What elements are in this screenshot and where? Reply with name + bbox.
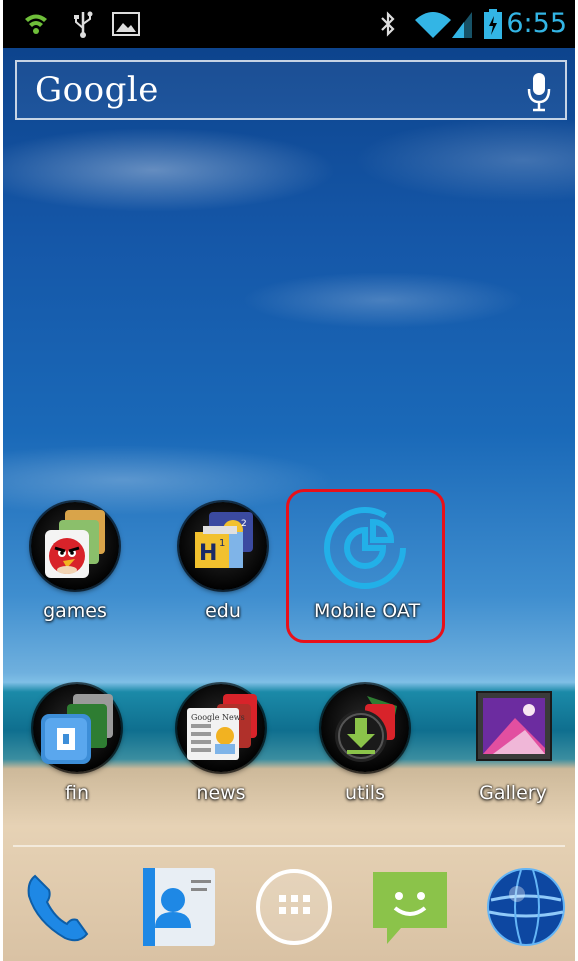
wifi-shield-icon: [21, 10, 51, 38]
wifi-icon: [413, 10, 453, 38]
news-folder-icon: Google News: [171, 678, 271, 778]
app-fin[interactable]: fin: [17, 678, 137, 804]
svg-text:2: 2: [241, 519, 247, 529]
app-games[interactable]: games: [15, 496, 135, 622]
gallery-icon: [463, 678, 563, 778]
bluetooth-icon: [377, 10, 399, 38]
svg-text:H: H: [199, 541, 217, 566]
google-logo: Google: [35, 70, 159, 110]
highlight-box: [286, 489, 445, 643]
app-drawer-icon[interactable]: [249, 862, 339, 952]
app-label: Gallery: [479, 782, 547, 804]
usb-icon: [69, 10, 97, 38]
dock-divider: [13, 845, 565, 847]
app-edu[interactable]: H 1 2 edu: [163, 496, 283, 622]
browser-icon[interactable]: [481, 862, 571, 952]
svg-text:Google News: Google News: [191, 713, 245, 722]
app-news[interactable]: Google News news: [161, 678, 281, 804]
app-label: news: [196, 782, 246, 804]
image-icon: [111, 10, 141, 38]
fin-folder-icon: [27, 678, 127, 778]
app-label: fin: [64, 782, 89, 804]
utils-folder-icon: [315, 678, 415, 778]
app-utils[interactable]: utils: [305, 678, 425, 804]
google-search-bar[interactable]: Google: [15, 60, 567, 120]
status-bar: 6:55: [3, 0, 575, 48]
app-gallery[interactable]: Gallery: [453, 678, 573, 804]
messaging-icon[interactable]: [365, 862, 455, 952]
contacts-icon[interactable]: [133, 862, 223, 952]
clock: 6:55: [506, 8, 567, 39]
app-label: edu: [205, 600, 241, 622]
microphone-icon[interactable]: [527, 72, 551, 112]
edu-folder-icon: H 1 2: [173, 496, 273, 596]
app-label: games: [43, 600, 107, 622]
home-screen: 6:55 Google games H 1 2 edu Mobile OAT f…: [3, 0, 575, 961]
svg-text:1: 1: [219, 538, 225, 549]
phone-icon[interactable]: [15, 862, 105, 952]
games-folder-icon: [25, 496, 125, 596]
signal-icon: [449, 10, 475, 38]
battery-charging-icon: [481, 9, 505, 39]
app-label: utils: [345, 782, 385, 804]
